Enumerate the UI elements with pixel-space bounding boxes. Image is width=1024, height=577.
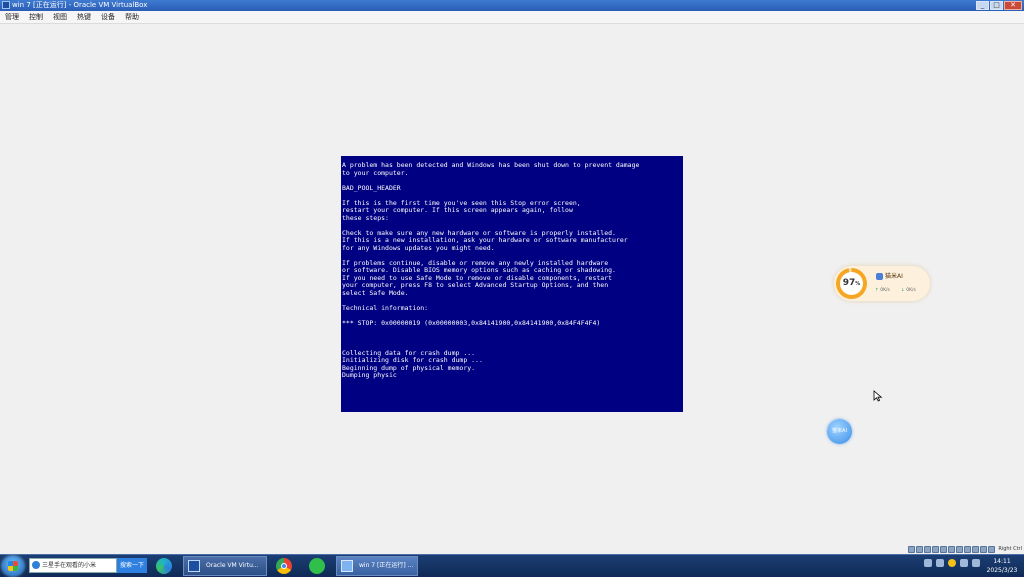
hard-disk-icon[interactable]: [908, 545, 916, 553]
taskbar-item-label: win 7 [正在运行] ...: [359, 562, 414, 569]
windows-logo-icon: [8, 561, 18, 571]
wechat-icon[interactable]: [309, 558, 325, 574]
menu-manage[interactable]: 管理: [0, 11, 24, 23]
clock-time: 14:11: [993, 558, 1011, 565]
search-text: 三星手在观看的小米: [42, 562, 97, 569]
usage-percent: 97%: [840, 272, 863, 295]
edge-browser-icon[interactable]: [156, 558, 172, 574]
input-method-icon[interactable]: [924, 559, 932, 567]
keyboard-icon[interactable]: [988, 545, 996, 553]
taskbar-item-win7-vm[interactable]: win 7 [正在运行] ...: [336, 556, 418, 576]
browser-icon: [32, 561, 40, 569]
bsod-line: Dumping physic: [342, 371, 397, 379]
usb-icon[interactable]: [940, 545, 948, 553]
usage-percent-value: 97: [842, 278, 856, 288]
resource-monitor-widget[interactable]: 97% 猫米AI ↑ 0K/s ↓ 0K/s: [834, 266, 930, 301]
clock[interactable]: 14:11 2025/3/23: [982, 557, 1022, 575]
download-speed: ↓ 0K/s: [901, 288, 916, 293]
bsod-line: BAD_POOL_HEADER: [342, 183, 401, 192]
bsod-line: these steps:: [342, 213, 389, 222]
bsod-line: *** STOP: 0x00000019 (0x00000003,0x84141…: [342, 318, 601, 327]
download-arrow-icon: ↓: [901, 288, 905, 293]
bsod-line: for any Windows updates you might need.: [342, 243, 495, 252]
start-button[interactable]: [2, 556, 24, 576]
chrome-browser-icon[interactable]: [276, 558, 292, 574]
bsod-line: select Safe Mode.: [342, 288, 409, 297]
window-title-bar[interactable]: win 7 [正在运行] - Oracle VM VirtualBox _ □ …: [0, 0, 1024, 11]
taskbar-item-virtualbox[interactable]: Oracle VM Virtu...: [183, 556, 267, 576]
network-icon[interactable]: [932, 545, 940, 553]
minimize-button[interactable]: _: [976, 1, 989, 10]
bsod-line: [342, 327, 682, 335]
bsod-line: restart your computer. If this screen ap…: [342, 206, 573, 214]
assistant-bubble[interactable]: 猫米AI: [827, 419, 852, 444]
menu-bar: 管理 控制 视图 热键 设备 帮助: [0, 11, 1024, 24]
upload-arrow-icon: ↑: [875, 288, 879, 293]
shared-folder-icon[interactable]: [948, 545, 956, 553]
widget-brand-label: 猫米AI: [885, 273, 903, 280]
tray-app-icon[interactable]: [948, 559, 956, 567]
vm-display-bsod[interactable]: A problem has been detected and Windows …: [341, 156, 683, 412]
virtualbox-icon: [188, 560, 200, 572]
taskbar-search-input[interactable]: 三星手在观看的小米: [29, 558, 117, 573]
bsod-line: Technical information:: [342, 303, 429, 312]
menu-control[interactable]: 控制: [24, 11, 48, 23]
recording-icon[interactable]: [964, 545, 972, 553]
window-title: win 7 [正在运行] - Oracle VM VirtualBox: [12, 1, 148, 9]
cpu-icon[interactable]: [972, 545, 980, 553]
close-button[interactable]: ✕: [1004, 1, 1022, 10]
menu-help[interactable]: 帮助: [120, 11, 144, 23]
maximize-button[interactable]: □: [990, 1, 1003, 10]
usage-ring: 97%: [836, 268, 867, 299]
system-tray: [924, 559, 980, 567]
usage-percent-unit: %: [855, 281, 861, 287]
window-controls: _ □ ✕: [976, 1, 1022, 10]
menu-view[interactable]: 视图: [48, 11, 72, 23]
optical-drive-icon[interactable]: [916, 545, 924, 553]
taskbar-item-label: Oracle VM Virtu...: [206, 562, 259, 569]
upload-speed: ↑ 0K/s: [875, 288, 890, 293]
mouse-integration-icon[interactable]: [980, 545, 988, 553]
vm-window-icon: [341, 560, 353, 572]
mouse-pointer-icon: [873, 390, 883, 402]
audio-icon[interactable]: [924, 545, 932, 553]
menu-devices[interactable]: 设备: [96, 11, 120, 23]
widget-brand: 猫米AI: [876, 271, 903, 280]
menu-hotkey[interactable]: 热键: [72, 11, 96, 23]
host-key-label: Right Ctrl: [998, 546, 1022, 552]
show-hidden-icons-icon[interactable]: [936, 559, 944, 567]
search-button[interactable]: 搜索一下: [117, 558, 147, 573]
virtualbox-icon: [2, 1, 10, 9]
network-tray-icon[interactable]: [972, 559, 980, 567]
clock-date: 2025/3/23: [986, 567, 1018, 574]
ai-logo-icon: [876, 273, 883, 280]
vm-status-bar: Right Ctrl: [908, 544, 1024, 554]
taskbar: 三星手在观看的小米 搜索一下 Oracle VM Virtu... win 7 …: [0, 554, 1024, 577]
volume-icon[interactable]: [960, 559, 968, 567]
download-speed-value: 0K/s: [906, 288, 916, 293]
upload-speed-value: 0K/s: [880, 288, 890, 293]
bsod-line: [342, 335, 682, 343]
display-icon[interactable]: [956, 545, 964, 553]
bsod-line: to your computer.: [342, 168, 409, 177]
